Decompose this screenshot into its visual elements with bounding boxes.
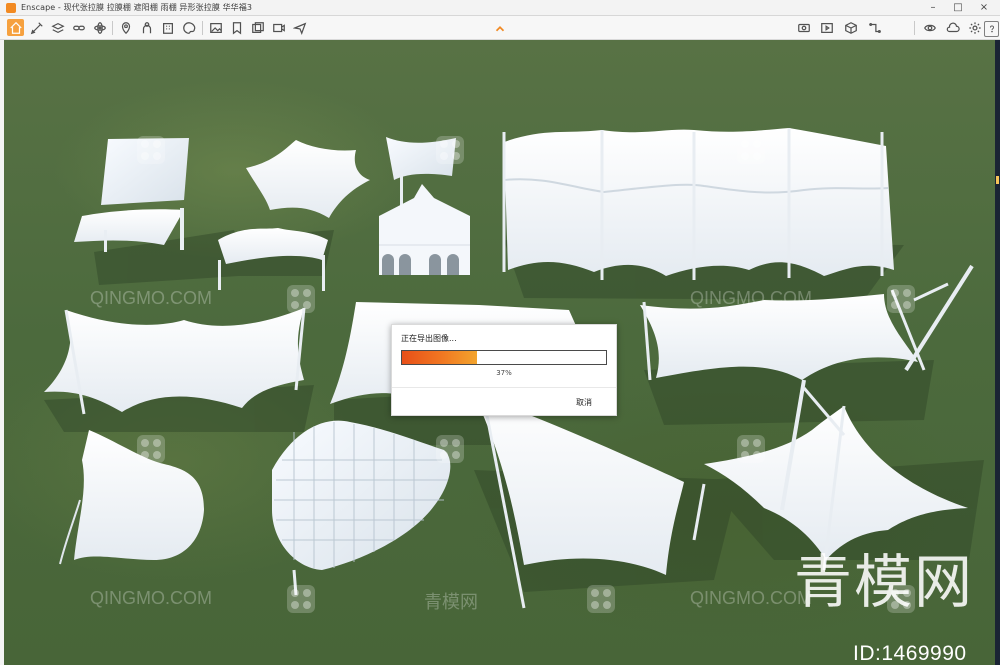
location-icon[interactable] — [117, 19, 134, 36]
watermark-logo-icon — [887, 285, 915, 313]
right-edge-accent — [996, 176, 999, 184]
media-icon[interactable] — [818, 19, 835, 36]
enscape-window: Enscape - 现代张拉膜 拉膜棚 遮阳棚 雨棚 异形张拉膜 华华福3 – … — [0, 0, 1000, 665]
person-icon[interactable] — [138, 19, 155, 36]
toolbar-separator — [112, 21, 113, 35]
watermark-text: QINGMO.COM — [90, 288, 212, 308]
canopy-cone — [59, 430, 204, 565]
toolbar-separator — [914, 21, 915, 35]
progress-fill — [402, 351, 478, 364]
panorama-icon[interactable] — [795, 19, 812, 36]
settings-icon[interactable] — [966, 19, 983, 36]
image-icon[interactable] — [207, 19, 224, 36]
app-logo-icon — [6, 3, 16, 13]
watermark-logo-icon — [436, 136, 464, 164]
gazebo-tent — [379, 184, 470, 275]
progress-percentage: 37% — [496, 369, 512, 377]
watermark-logo-icon — [436, 435, 464, 463]
render-viewport[interactable]: QINGMO.COM QINGMO.COM QINGMO.COM QINGMO.… — [4, 40, 995, 665]
watermark-logo-icon — [737, 136, 765, 164]
model-id-label: ID:1469990 — [853, 642, 967, 665]
watermark-logo-icon — [287, 585, 315, 613]
watermark-text: QINGMO.COM — [690, 288, 812, 308]
right-edge-panel — [995, 40, 1000, 665]
dialog-divider — [392, 387, 616, 388]
brand-watermark: 青模网 — [794, 550, 975, 615]
building-icon[interactable] — [159, 19, 176, 36]
cloud-icon[interactable] — [944, 19, 961, 36]
canopy-star — [246, 140, 370, 218]
canopy-multi-bay — [502, 128, 894, 280]
gallery-icon[interactable] — [249, 19, 266, 36]
box-icon[interactable] — [842, 19, 859, 36]
chevron-up-icon[interactable] — [493, 21, 507, 35]
bookmark-icon[interactable] — [228, 19, 245, 36]
watermark-logo-icon — [587, 585, 615, 613]
eye-icon[interactable] — [921, 19, 938, 36]
export-progress-dialog: 正在导出图像... 37% 取消 — [391, 324, 617, 416]
window-title: Enscape - 现代张拉膜 拉膜棚 遮阳棚 雨棚 异形张拉膜 华华福3 — [21, 3, 253, 12]
link-icon[interactable] — [70, 19, 87, 36]
watermark-cn: 青模网 — [424, 592, 478, 612]
minimize-button[interactable]: – — [925, 1, 941, 15]
layers-icon[interactable] — [49, 19, 66, 36]
toolbar-separator — [202, 21, 203, 35]
maximize-button[interactable]: □ — [950, 1, 966, 15]
canopy-grid-shell — [272, 420, 451, 596]
canopy-shed-1 — [74, 138, 189, 252]
watermark-logo-icon — [287, 285, 315, 313]
flow-icon[interactable] — [866, 19, 883, 36]
draw-icon[interactable] — [28, 19, 45, 36]
palette-icon[interactable] — [180, 19, 197, 36]
home-icon[interactable] — [7, 19, 24, 36]
watermark-logo-icon — [137, 435, 165, 463]
watermark-text: QINGMO.COM — [90, 588, 212, 608]
atom-icon[interactable] — [91, 19, 108, 36]
help-icon[interactable] — [984, 21, 999, 37]
title-bar: Enscape - 现代张拉膜 拉膜棚 遮阳棚 雨棚 异形张拉膜 华华福3 – … — [0, 0, 1000, 16]
progress-bar — [401, 350, 607, 365]
watermark-logo-icon — [137, 136, 165, 164]
dialog-title: 正在导出图像... — [401, 334, 457, 343]
send-icon[interactable] — [291, 19, 308, 36]
enscape-toolbar — [0, 16, 1000, 40]
watermark-logo-icon — [737, 435, 765, 463]
cancel-button[interactable]: 取消 — [576, 397, 592, 408]
video-icon[interactable] — [270, 19, 287, 36]
close-button[interactable]: × — [976, 1, 992, 15]
